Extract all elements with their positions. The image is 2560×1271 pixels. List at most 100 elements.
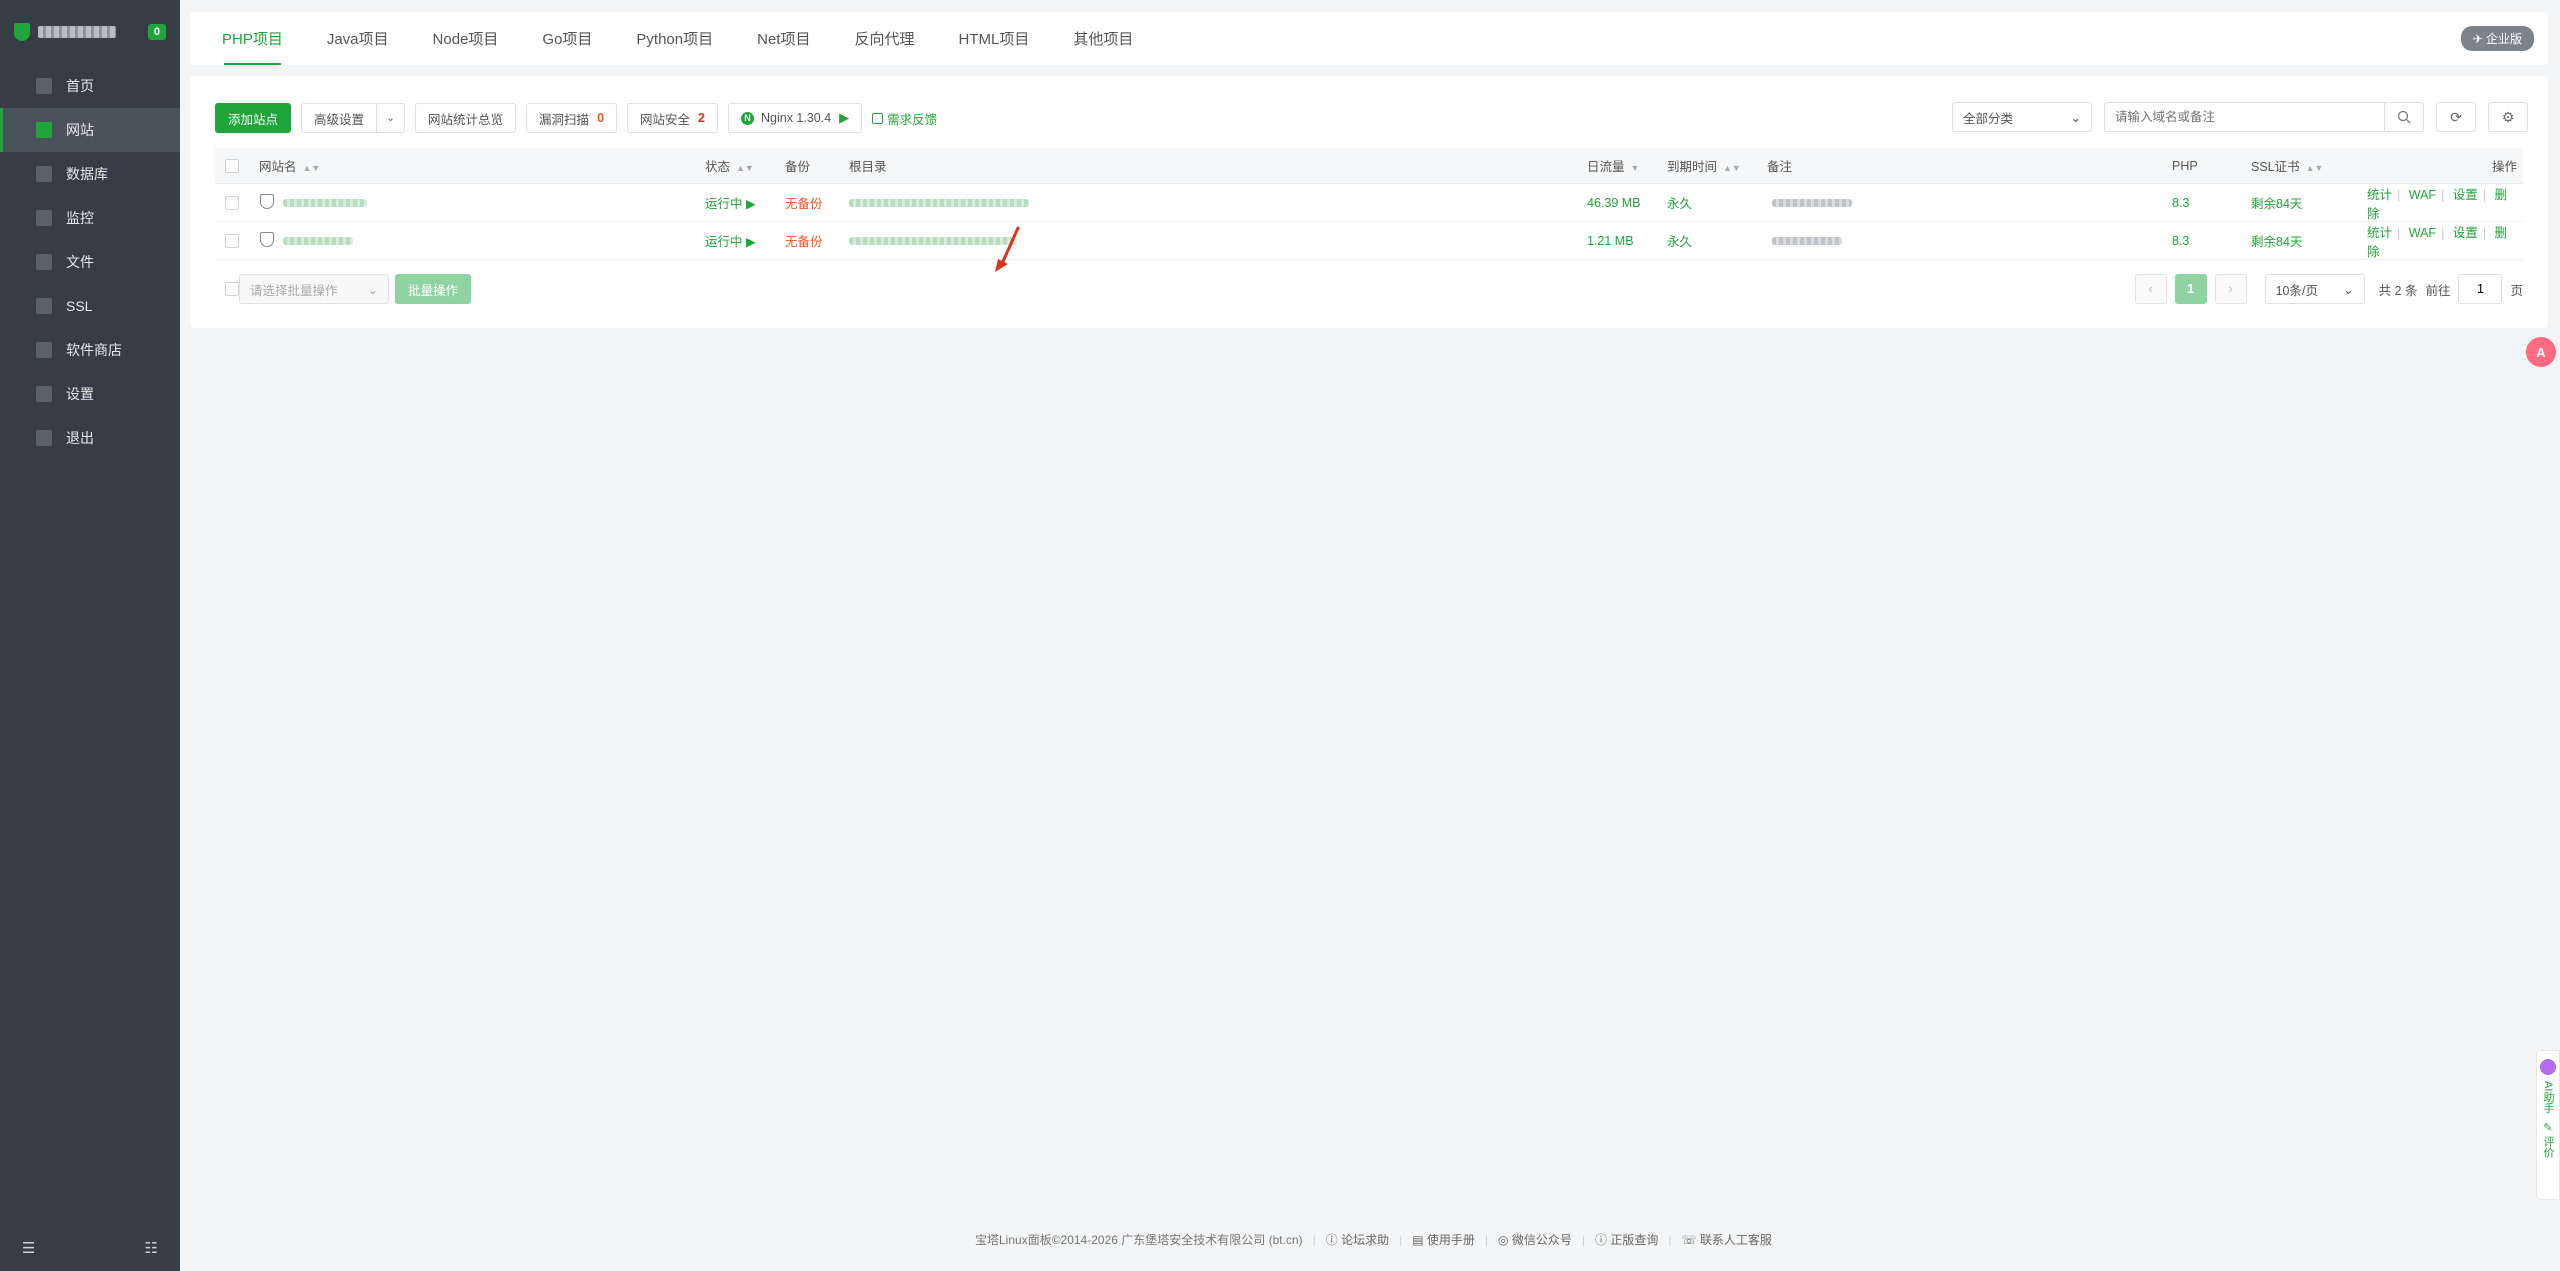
tab-python[interactable]: Python项目 (614, 12, 735, 65)
expire-value[interactable]: 永久 (1667, 231, 1692, 250)
select-all-checkbox[interactable] (225, 158, 239, 173)
sidebar-item-home[interactable]: 首页 (0, 64, 180, 108)
settings-link[interactable]: 设置 (2453, 226, 2478, 240)
site-name-redacted[interactable] (283, 198, 367, 207)
sidebar-item-ssl[interactable]: SSL (0, 284, 180, 328)
tab-reverse-proxy[interactable]: 反向代理 (832, 12, 936, 65)
goto-page-input[interactable] (2458, 274, 2503, 304)
pagination: ‹ 1 › 10条/页 ⌄ 共 2 条 前往 页 (2134, 274, 2523, 304)
monitor-icon (36, 210, 52, 226)
waf-link[interactable]: WAF (2409, 188, 2436, 202)
ssl-status[interactable]: 剩余84天 (2251, 193, 2302, 212)
vuln-scan-button[interactable]: 漏洞扫描 0 (526, 103, 618, 133)
goto-label: 前往 (2425, 283, 2451, 298)
website-icon (36, 122, 52, 138)
traffic-value: 46.39 MB (1587, 195, 1641, 210)
waf-link[interactable]: WAF (2409, 226, 2436, 240)
advanced-settings-dropdown[interactable]: 高级设置 ⌄ (301, 103, 406, 133)
search-icon[interactable] (2384, 102, 2424, 132)
col-note: 备注 (1767, 160, 1793, 174)
backup-status[interactable]: 无备份 (785, 231, 823, 250)
sidebar-item-database[interactable]: 数据库 (0, 152, 180, 196)
note-redacted[interactable] (1772, 198, 1852, 207)
edition-badge[interactable]: ✈ 企业版 (2460, 26, 2534, 51)
sidebar-item-settings[interactable]: 设置 (0, 372, 180, 416)
gear-icon[interactable]: ⚙ (2488, 102, 2528, 132)
row-actions: 统计 | WAF | 设置 | 删除 (2367, 187, 2508, 221)
col-traffic[interactable]: 日流量 ▼ (1587, 156, 1639, 175)
tab-node[interactable]: Node项目 (411, 12, 521, 65)
status-running[interactable]: 运行中 ▶ (705, 193, 756, 212)
category-select[interactable]: 全部分类 ⌄ (1952, 102, 2092, 132)
stats-link[interactable]: 统计 (2367, 226, 2392, 240)
batch-action-button[interactable]: 批量操作 (395, 274, 472, 304)
menu-list-icon[interactable]: ☷ (145, 1239, 158, 1257)
collapse-sidebar-icon[interactable]: ☰ (22, 1239, 35, 1257)
col-expire[interactable]: 到期时间 ▲▼ (1667, 156, 1741, 175)
sidebar-item-files[interactable]: 文件 (0, 240, 180, 284)
wechat-link[interactable]: ◎ 微信公众号 (1498, 1231, 1572, 1248)
col-site-name[interactable]: 网站名 ▲▼ (259, 156, 320, 175)
table-header: 网站名 ▲▼ 状态 ▲▼ 备份 根目录 日流量 ▼ 到期时间 ▲▼ 备注 PHP SSL… (215, 148, 2523, 184)
php-version[interactable]: 8.3 (2172, 196, 2189, 210)
tab-html[interactable]: HTML项目 (936, 12, 1051, 65)
settings-link[interactable]: 设置 (2453, 188, 2478, 202)
row-checkbox[interactable] (225, 195, 239, 210)
help-icon: ⓘ (1325, 1233, 1338, 1247)
sidebar-item-logout[interactable]: 退出 (0, 416, 180, 460)
col-status[interactable]: 状态 ▲▼ (705, 156, 754, 175)
status-running[interactable]: 运行中 ▶ (705, 231, 756, 250)
tab-go[interactable]: Go项目 (520, 12, 614, 65)
prev-page-button[interactable]: ‹ (2134, 274, 2167, 304)
notification-badge[interactable]: 0 (147, 24, 166, 40)
ssl-status[interactable]: 剩余84天 (2251, 231, 2302, 250)
site-security-button[interactable]: 网站安全 2 (627, 103, 718, 133)
ai-assistant-label[interactable]: AI助手 (2540, 1081, 2556, 1113)
add-site-button[interactable]: 添加站点 (215, 103, 292, 133)
next-page-button[interactable]: › (2214, 274, 2247, 304)
sort-icon: ▲▼ (736, 163, 754, 173)
manual-link[interactable]: ▤ 使用手册 (1412, 1231, 1475, 1248)
root-path-redacted[interactable] (849, 236, 1017, 245)
total-count: 共 2 条 (2378, 283, 2418, 298)
license-check-link[interactable]: ⓘ 正版查询 (1595, 1231, 1658, 1248)
sidebar-item-website[interactable]: 网站 (0, 108, 180, 152)
project-tabs: PHP项目 Java项目 Node项目 Go项目 Python项目 Net项目 … (190, 12, 2548, 65)
ai-assistant-panel[interactable]: AI助手 ✎ 评价 (2536, 1050, 2560, 1200)
toolbar: 添加站点 高级设置 ⌄ 网站统计总览 漏洞扫描 0 网站安全 2 N Nginx… (215, 103, 937, 133)
feedback-link[interactable]: 需求反馈 (872, 109, 937, 128)
row-checkbox[interactable] (225, 233, 239, 248)
accessibility-icon[interactable]: A (2526, 337, 2556, 367)
tab-other[interactable]: 其他项目 (1051, 12, 1155, 65)
sidebar-item-store[interactable]: 软件商店 (0, 328, 180, 372)
batch-checkbox[interactable] (225, 282, 239, 296)
toolbar-right: 全部分类 ⌄ ⟳ ⚙ (1952, 102, 2528, 132)
tab-net[interactable]: Net项目 (735, 12, 832, 65)
sidebar-item-monitor[interactable]: 监控 (0, 196, 180, 240)
stats-link[interactable]: 统计 (2367, 188, 2392, 202)
site-stats-button[interactable]: 网站统计总览 (415, 103, 517, 133)
tab-php[interactable]: PHP项目 (200, 12, 305, 65)
col-ops: 操作 (2492, 160, 2518, 174)
site-name-redacted[interactable] (283, 236, 353, 245)
security-count: 2 (698, 111, 705, 125)
batch-select[interactable]: 请选择批量操作 ⌄ (239, 274, 389, 304)
search-input[interactable] (2104, 102, 2384, 132)
root-path-redacted[interactable] (849, 198, 1029, 207)
page-1-button[interactable]: 1 (2174, 274, 2207, 304)
php-version[interactable]: 8.3 (2172, 234, 2189, 248)
tab-java[interactable]: Java项目 (305, 12, 411, 65)
contact-support-link[interactable]: ☏ 联系人工客服 (1682, 1231, 1772, 1248)
refresh-icon[interactable]: ⟳ (2436, 102, 2476, 132)
per-page-select[interactable]: 10条/页 ⌄ (2264, 274, 2365, 304)
forum-link[interactable]: ⓘ 论坛求助 (1326, 1231, 1389, 1248)
ai-bot-icon (2540, 1059, 2556, 1075)
backup-status[interactable]: 无备份 (785, 193, 823, 212)
expire-value[interactable]: 永久 (1667, 193, 1692, 212)
rate-label[interactable]: 评价 (2540, 1136, 2556, 1158)
note-redacted[interactable] (1772, 236, 1842, 245)
chevron-down-icon[interactable]: ⌄ (376, 104, 404, 132)
col-ssl[interactable]: SSL证书 ▲▼ (2251, 156, 2323, 175)
nginx-button[interactable]: N Nginx 1.30.4 ▶ (727, 103, 863, 133)
table-row: 运行中 ▶ 无备份 46.39 MB 永久 8.3 剩余84天 统计 | WAF |… (215, 184, 2523, 222)
